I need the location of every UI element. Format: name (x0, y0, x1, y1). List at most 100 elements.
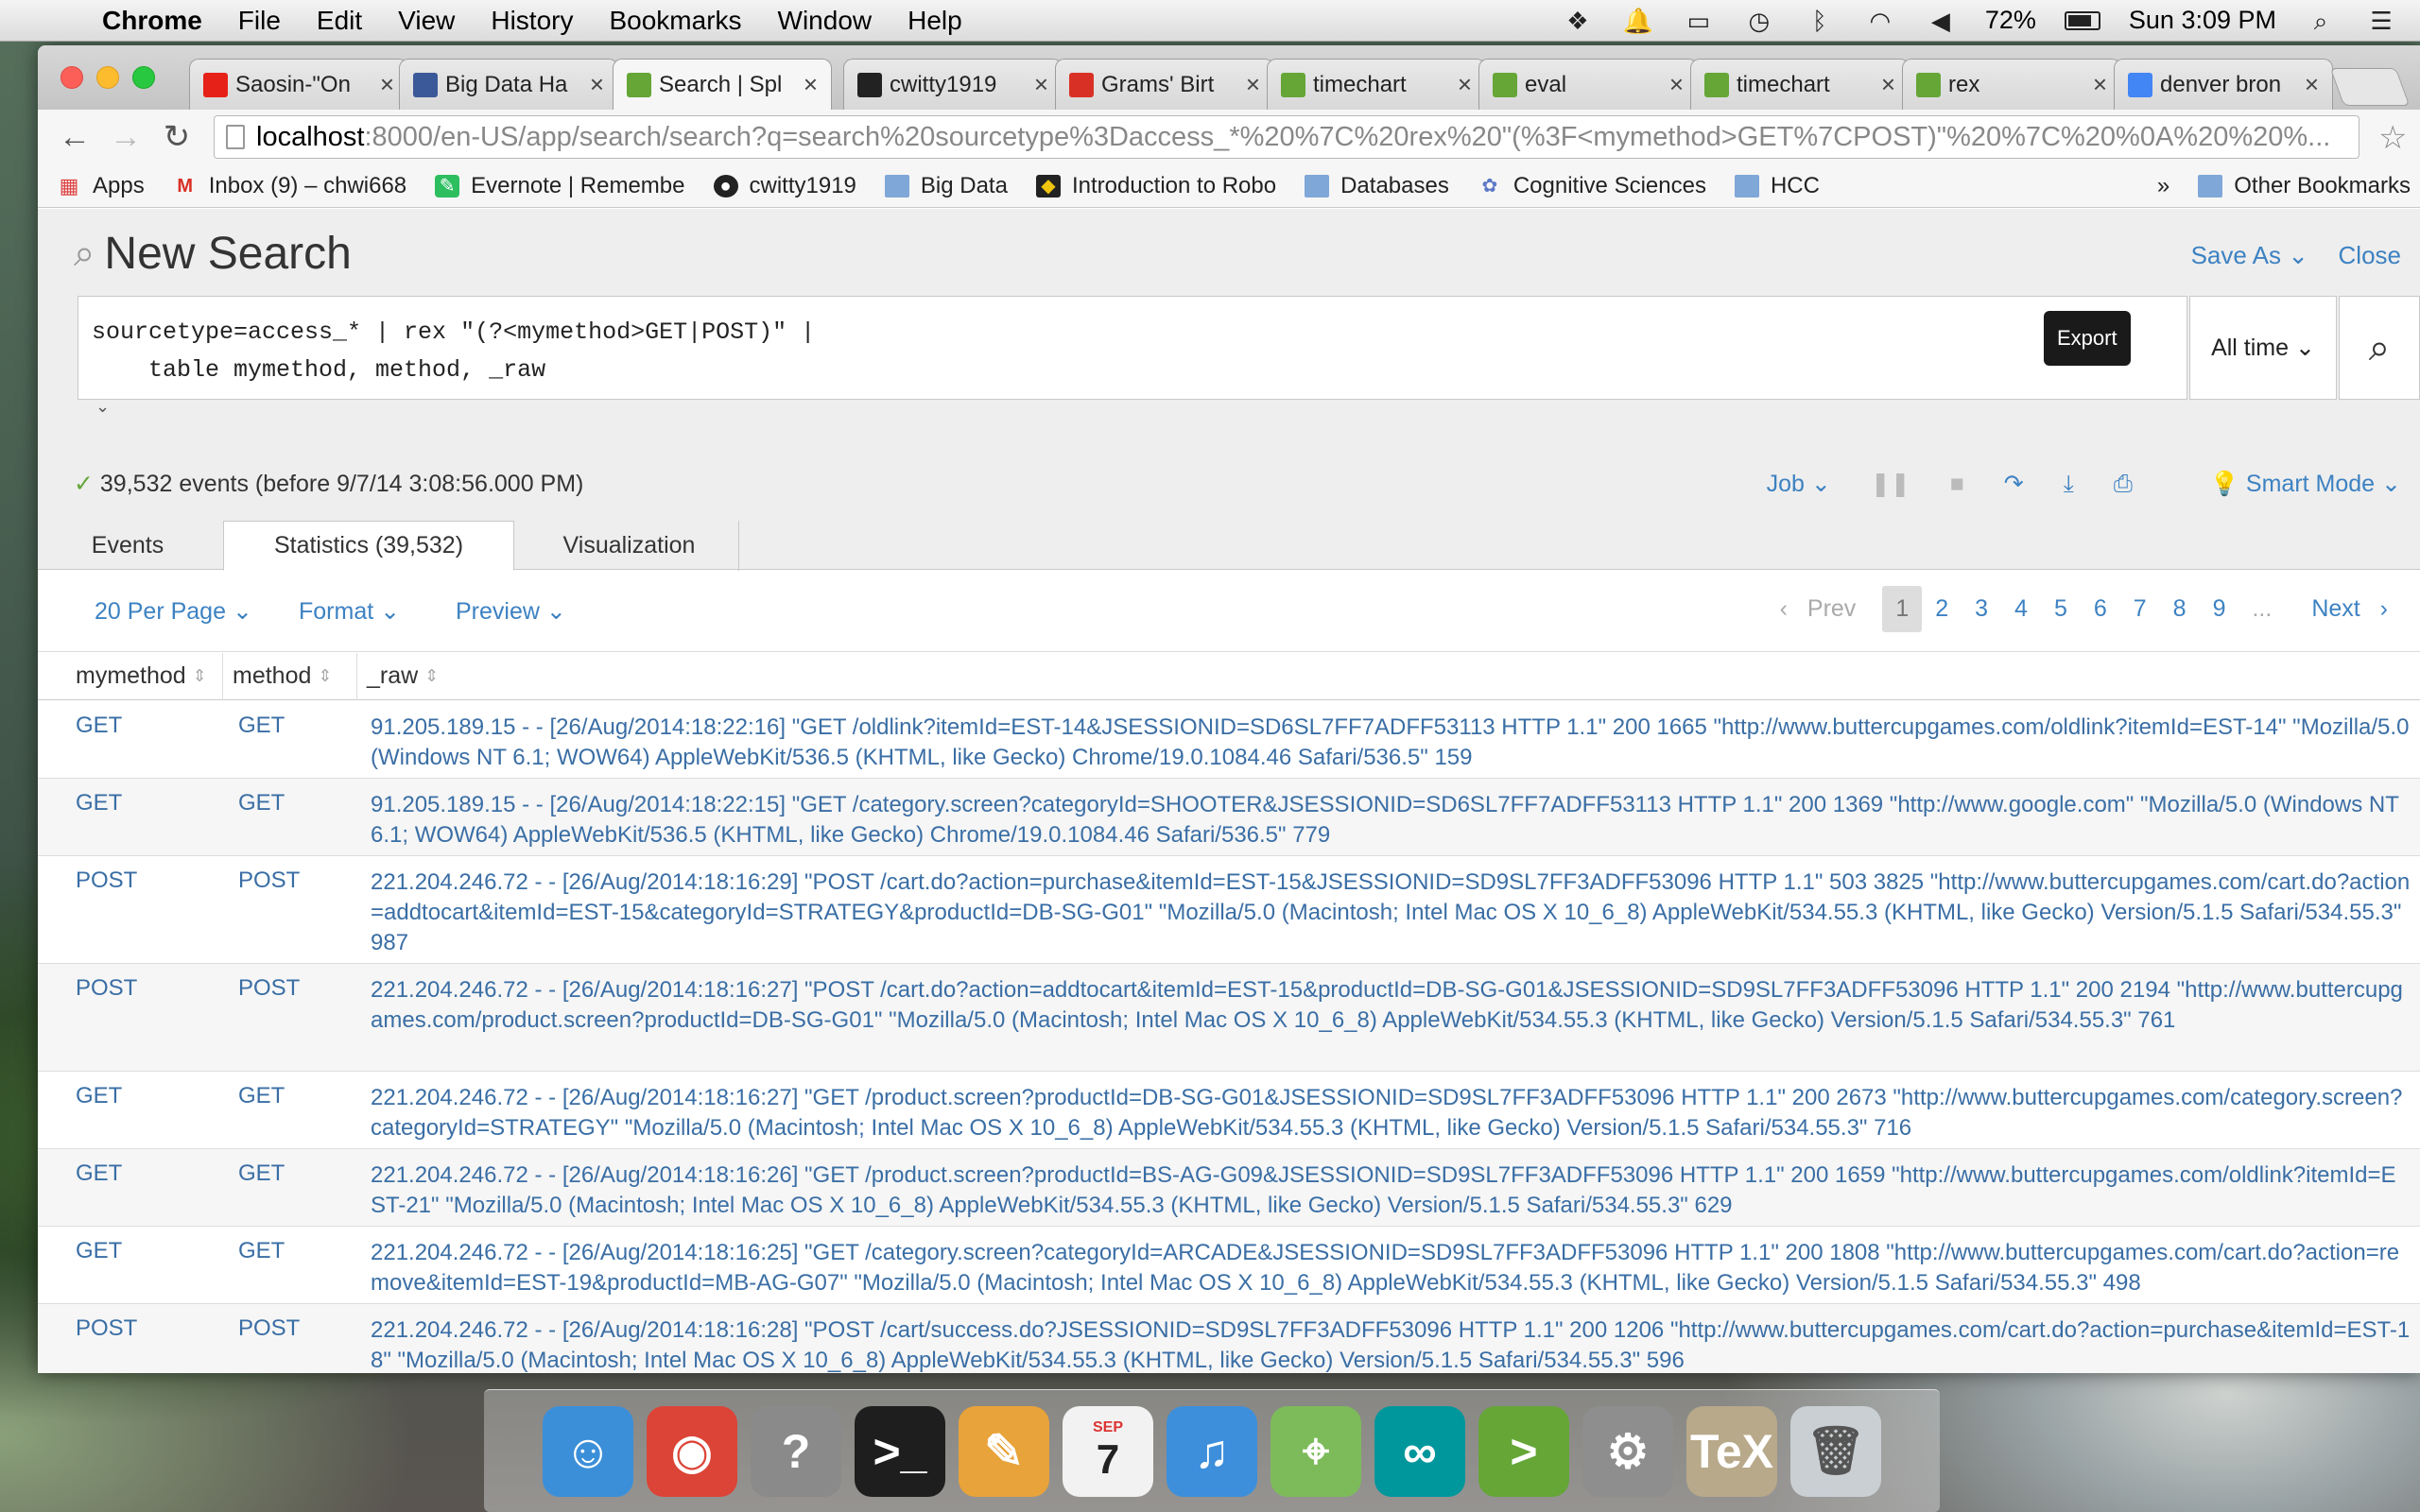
arduino-icon[interactable]: ∞ (1374, 1405, 1465, 1497)
bookmark-inbox[interactable]: M Inbox (9) – chwi668 (173, 173, 406, 199)
close-tab-icon[interactable]: × (804, 70, 818, 99)
menu-edit[interactable]: Edit (299, 6, 380, 36)
save-as-menu[interactable]: Save As ⌄ (2191, 241, 2308, 270)
cell-mymethod[interactable]: POST (76, 1315, 137, 1342)
print-icon[interactable]: ⎙ (2114, 471, 2133, 498)
tab-visualization[interactable]: Visualization (520, 521, 739, 571)
system-preferences-icon[interactable]: ⚙ (1582, 1405, 1673, 1497)
cell-method[interactable]: POST (238, 1315, 300, 1342)
dropbox-icon[interactable]: ❖ (1562, 8, 1594, 34)
close-tab-icon[interactable]: × (2093, 70, 2107, 99)
bookmark-evernote[interactable]: ✎ Evernote | Remembe (435, 173, 685, 199)
back-arrow-icon[interactable]: ← (49, 119, 100, 156)
chrome-icon[interactable]: ◉ (647, 1405, 737, 1497)
close-window-button[interactable] (60, 66, 83, 89)
address-bar[interactable]: localhost:8000/en-US/app/search/search?q… (214, 115, 2360, 159)
maps-icon[interactable]: ⌖ (1270, 1405, 1361, 1497)
zoom-window-button[interactable] (132, 66, 155, 89)
forward-arrow-icon[interactable]: → (100, 119, 151, 156)
tab-events[interactable]: Events (57, 521, 199, 571)
format-menu[interactable]: Format ⌄ (299, 597, 400, 626)
search-mode-menu[interactable]: 💡 Smart Mode ⌄ (2210, 470, 2401, 498)
bookmark-databases[interactable]: Databases (1305, 173, 1449, 199)
stop-icon[interactable]: ■ (1950, 471, 1964, 498)
cell-raw[interactable]: 91.205.189.15 - - [26/Aug/2014:18:22:16]… (371, 713, 2411, 773)
column-header-raw[interactable]: _raw ⇕ (357, 653, 2420, 700)
job-menu[interactable]: Job ⌄ (1767, 470, 1831, 498)
bookmarks-overflow-chevron-icon[interactable]: » (2157, 173, 2169, 199)
wifi-icon[interactable]: ◠ (1864, 8, 1896, 34)
notification-center-icon[interactable]: ☰ (2365, 8, 2397, 34)
pause-icon[interactable]: ❚❚ (1871, 470, 1910, 498)
spotlight-search-icon[interactable]: ⌕ (2305, 8, 2337, 34)
page-6[interactable]: 6 (2081, 586, 2120, 632)
menu-help[interactable]: Help (890, 6, 980, 36)
close-tab-icon[interactable]: × (1669, 70, 1684, 99)
browser-tab[interactable]: rex × (1902, 59, 2121, 110)
terminal-icon[interactable]: >_ (855, 1405, 945, 1497)
minimize-window-button[interactable] (96, 66, 119, 89)
browser-tab[interactable]: Saosin-"On × (189, 59, 408, 110)
search-submit-button[interactable]: ⌕ (2339, 296, 2420, 400)
bookmark-github[interactable]: ● cwitty1919 (713, 173, 856, 199)
trash-icon[interactable]: 🗑 (1790, 1405, 1881, 1497)
splunk-icon[interactable]: > (1478, 1405, 1569, 1497)
cell-method[interactable]: GET (238, 1083, 285, 1109)
cell-raw[interactable]: 221.204.246.72 - - [26/Aug/2014:18:16:25… (371, 1238, 2411, 1298)
page-1[interactable]: 1 (1882, 586, 1923, 632)
cell-mymethod[interactable]: GET (76, 790, 122, 816)
menu-window[interactable]: Window (760, 6, 890, 36)
cell-method[interactable]: GET (238, 790, 285, 816)
cell-method[interactable]: GET (238, 1238, 285, 1264)
cell-mymethod[interactable]: POST (76, 975, 137, 1002)
browser-tab[interactable]: Big Data Ha × (399, 59, 618, 110)
battery-icon[interactable] (2064, 10, 2100, 30)
browser-tab[interactable]: timechart × (1267, 59, 1486, 110)
cell-raw[interactable]: 221.204.246.72 - - [26/Aug/2014:18:16:28… (371, 1315, 2411, 1373)
export-download-icon[interactable]: ⤓ (2064, 471, 2074, 498)
browser-tab[interactable]: Grams' Birt × (1055, 59, 1274, 110)
browser-tab[interactable]: Search | Spl × (613, 59, 832, 110)
close-search-button[interactable]: Close (2339, 241, 2401, 270)
bookmark-star-icon[interactable]: ☆ (2378, 119, 2407, 157)
cell-raw[interactable]: 221.204.246.72 - - [26/Aug/2014:18:16:27… (371, 975, 2411, 1036)
pages-icon[interactable]: ✎ (959, 1405, 1049, 1497)
table-row[interactable]: POST POST 221.204.246.72 - - [26/Aug/2014:… (38, 964, 2420, 1072)
close-tab-icon[interactable]: × (2305, 70, 2319, 99)
search-query-input[interactable]: sourcetype=access_* | rex "(?<mymethod>G… (78, 296, 2187, 416)
cell-raw[interactable]: 221.204.246.72 - - [26/Aug/2014:18:16:29… (371, 868, 2411, 958)
cell-mymethod[interactable]: GET (76, 713, 122, 739)
close-tab-icon[interactable]: × (590, 70, 604, 99)
column-header-mymethod[interactable]: mymethod ⇕ (38, 653, 223, 700)
share-icon[interactable]: ↷ (2004, 470, 2024, 498)
browser-tab[interactable]: eval × (1478, 59, 1698, 110)
browser-tab[interactable]: denver bron × (2114, 59, 2333, 110)
bookmark-apps[interactable]: ▦ Apps (57, 173, 145, 199)
close-tab-icon[interactable]: × (380, 70, 394, 99)
table-row[interactable]: POST POST 221.204.246.72 - - [26/Aug/2014:… (38, 1304, 2420, 1373)
cell-raw[interactable]: 91.205.189.15 - - [26/Aug/2014:18:22:15]… (371, 790, 2411, 850)
cell-raw[interactable]: 221.204.246.72 - - [26/Aug/2014:18:16:27… (371, 1083, 2411, 1143)
cell-method[interactable]: GET (238, 713, 285, 739)
itunes-icon[interactable]: ♫ (1167, 1405, 1257, 1497)
airplay-icon[interactable]: ▭ (1683, 8, 1715, 34)
prev-page-button[interactable]: ‹ Prev (1767, 586, 1883, 632)
page-5[interactable]: 5 (2041, 586, 2081, 632)
column-header-method[interactable]: method ⇕ (223, 653, 357, 700)
table-row[interactable]: GET GET 221.204.246.72 - - [26/Aug/2014:18… (38, 1149, 2420, 1227)
tab-statistics[interactable]: Statistics (39,532) (223, 521, 514, 571)
time-range-picker[interactable]: All time ⌄ (2189, 296, 2337, 400)
table-row[interactable]: GET GET 221.204.246.72 - - [26/Aug/2014:18… (38, 1227, 2420, 1304)
page-4[interactable]: 4 (2001, 586, 2041, 632)
reload-icon[interactable]: ↻ (151, 118, 202, 156)
close-tab-icon[interactable]: × (1034, 70, 1048, 99)
bookmark-big-data[interactable]: Big Data (884, 173, 1008, 199)
bookmark-cognitive-sciences[interactable]: ✿ Cognitive Sciences (1478, 173, 1706, 199)
bookmark-robotics[interactable]: ◆ Introduction to Robo (1035, 173, 1276, 199)
menu-app-name[interactable]: Chrome (76, 6, 220, 36)
cell-mymethod[interactable]: GET (76, 1160, 122, 1187)
per-page-menu[interactable]: 20 Per Page ⌄ (95, 597, 252, 626)
preview-menu[interactable]: Preview ⌄ (456, 597, 566, 626)
menu-bookmarks[interactable]: Bookmarks (591, 6, 759, 36)
page-9[interactable]: 9 (2200, 586, 2239, 632)
